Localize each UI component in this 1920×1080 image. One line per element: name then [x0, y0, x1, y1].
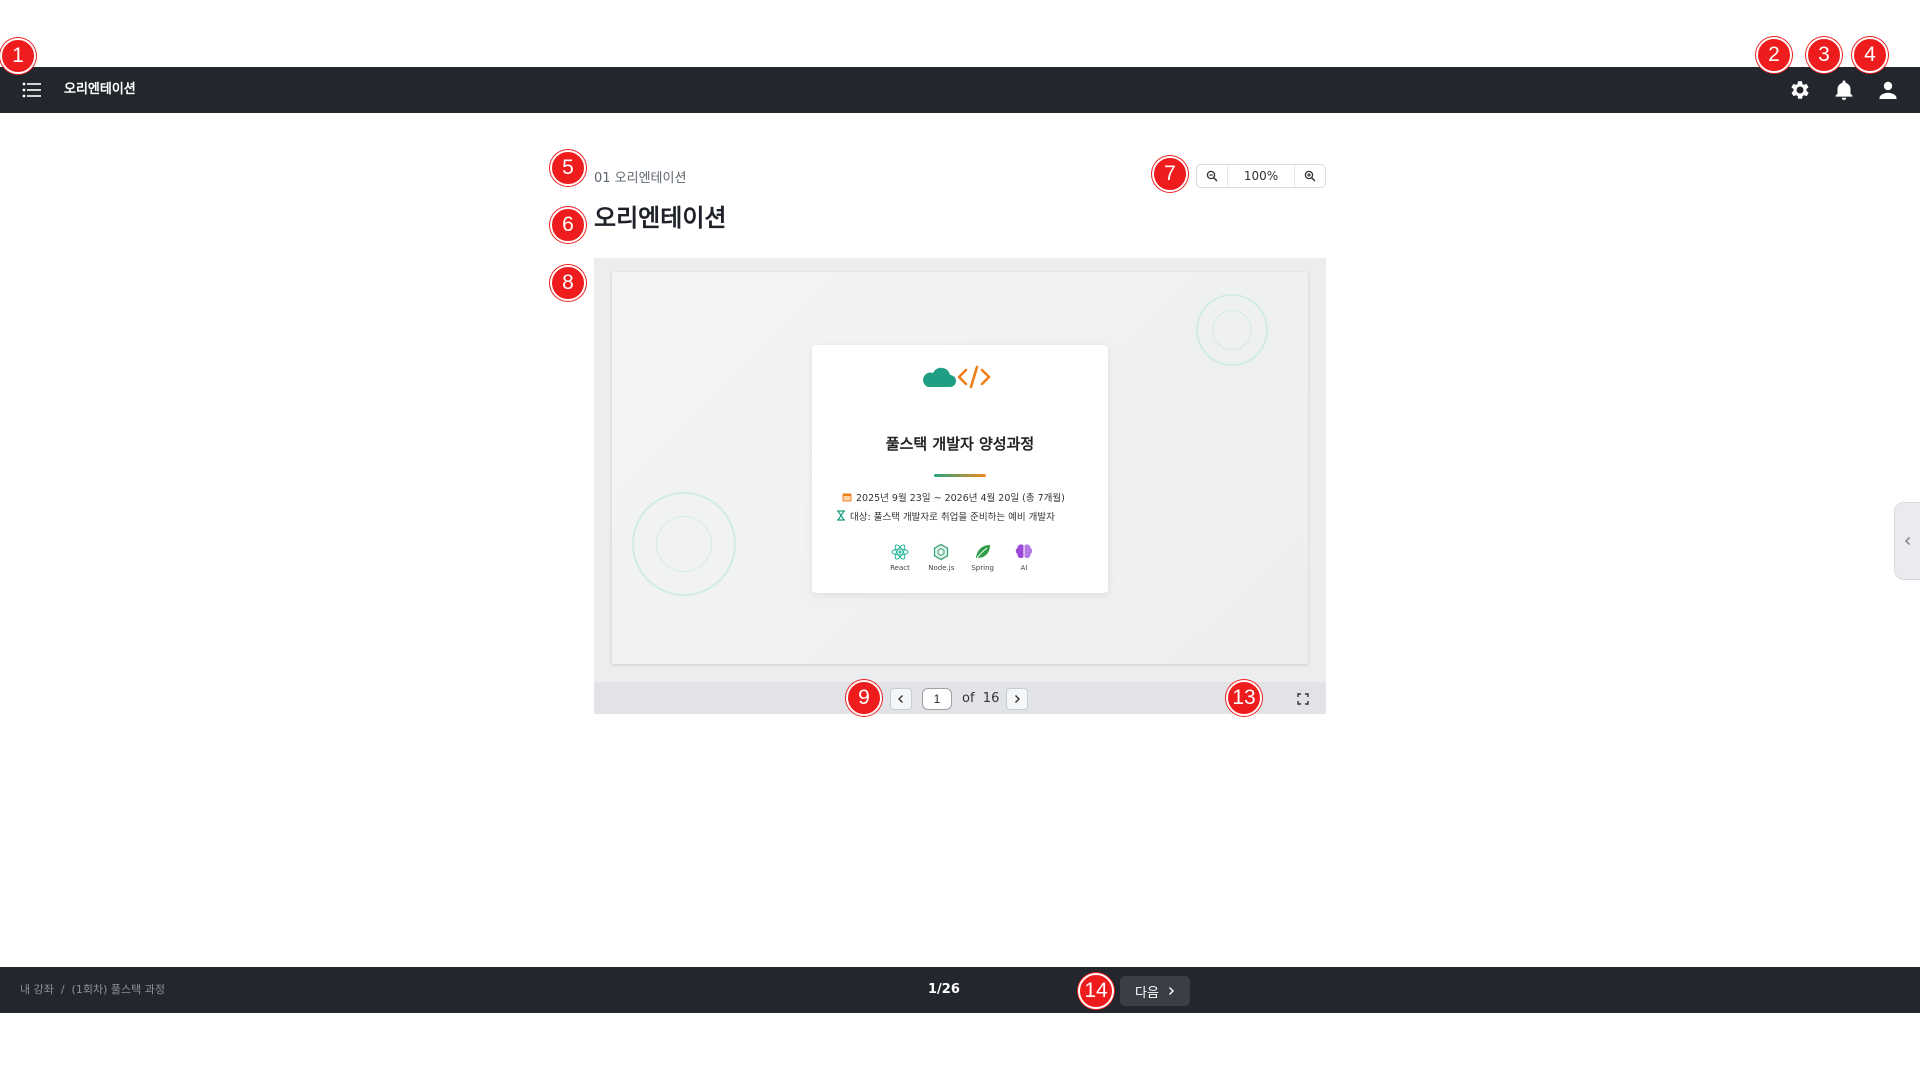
marker-badge: 8 [550, 265, 586, 301]
page-title: 오리엔테이션 [594, 204, 727, 232]
marker-badge: 1 [0, 38, 36, 74]
side-panel-toggle[interactable] [1894, 502, 1920, 580]
tech-label: Node.js [928, 564, 955, 572]
tech-nodejs: Node.js [923, 543, 959, 572]
slide-target-row: 대상: 풀스택 개발자로 취업을 준비하는 예비 개발자 [836, 509, 1055, 523]
marker-badge: 5 [550, 150, 586, 186]
brain-icon [1015, 544, 1033, 559]
decor-circle [1212, 310, 1252, 350]
top-bar: 오리엔테이션 [0, 67, 1920, 113]
chevron-left-icon [898, 695, 903, 703]
user-icon[interactable] [1876, 78, 1900, 102]
tech-spring: Spring [965, 543, 1001, 572]
marker-badge: 14 [1078, 973, 1114, 1009]
chevron-right-icon [1168, 987, 1174, 995]
tech-stack: React Node.js Spring AI [882, 543, 1042, 572]
zoom-out-icon [1206, 170, 1218, 182]
marker-badge: 2 [1756, 37, 1792, 73]
page-of-label: of [962, 691, 975, 706]
slide-target: 대상: 풀스택 개발자로 취업을 준비하는 예비 개발자 [850, 512, 1055, 523]
marker-badge: 7 [1152, 156, 1188, 192]
marker-badge: 3 [1806, 37, 1842, 73]
fullscreen-button[interactable] [1292, 688, 1314, 710]
divider-line [934, 474, 986, 477]
tech-label: Spring [971, 564, 994, 572]
slide-period-row: 2025년 9월 23일 ~ 2026년 4월 20일 (총 7개월) [842, 490, 1065, 504]
next-button-label: 다음 [1135, 985, 1159, 1001]
zoom-in-button[interactable] [1295, 165, 1325, 187]
viewer-toolbar: of 16 [594, 682, 1326, 714]
page-total-label: of 16 [962, 688, 999, 710]
slide-page: 풀스택 개발자 양성과정 2025년 9월 23일 ~ 2026년 4월 20일… [612, 272, 1308, 664]
zoom-level: 100% [1227, 165, 1295, 187]
slide-period: 2025년 9월 23일 ~ 2026년 4월 20일 (총 7개월) [856, 493, 1065, 504]
calendar-icon [842, 493, 852, 502]
slide-title: 풀스택 개발자 양성과정 [885, 435, 1035, 453]
chevron-right-icon [1015, 695, 1020, 703]
page-number-input[interactable] [922, 688, 952, 710]
bottom-bar: 내 강좌 / (1회차) 풀스택 과정 1/26 다음 [0, 967, 1920, 1013]
next-button[interactable]: 다음 [1120, 976, 1190, 1006]
next-page-button[interactable] [1006, 688, 1028, 710]
nodejs-icon [934, 543, 949, 561]
tech-label: React [890, 564, 910, 572]
bell-icon[interactable] [1832, 78, 1856, 102]
prev-page-button[interactable] [890, 688, 912, 710]
lesson-subtitle: 01 오리엔테이션 [594, 171, 687, 186]
zoom-control: 100% [1196, 164, 1326, 188]
lesson-progress: 1/26 [928, 982, 960, 997]
tech-react: React [882, 543, 918, 572]
breadcrumb: 내 강좌 / (1회차) 풀스택 과정 [20, 983, 165, 996]
zoom-in-icon [1304, 170, 1316, 182]
marker-badge: 6 [550, 207, 586, 243]
marker-badge: 9 [846, 680, 882, 716]
hourglass-icon [837, 510, 845, 521]
chevron-left-icon [1904, 537, 1910, 545]
pdf-viewer: 풀스택 개발자 양성과정 2025년 9월 23일 ~ 2026년 4월 20일… [594, 258, 1326, 714]
gear-icon[interactable] [1788, 78, 1812, 102]
menu-icon[interactable] [21, 79, 43, 101]
slide-card: 풀스택 개발자 양성과정 2025년 9월 23일 ~ 2026년 4월 20일… [812, 345, 1108, 593]
fullscreen-icon [1297, 693, 1309, 705]
react-icon [891, 544, 909, 560]
marker-badge: 13 [1226, 680, 1262, 716]
tech-ai: AI [1006, 543, 1042, 572]
zoom-out-button[interactable] [1197, 165, 1227, 187]
cloud-code-logo-icon [923, 365, 991, 389]
spring-leaf-icon [975, 545, 990, 559]
tech-label: AI [1020, 564, 1028, 572]
app-title: 오리엔테이션 [64, 82, 136, 97]
page-total: 16 [982, 691, 1000, 706]
decor-circle [656, 516, 712, 572]
marker-badge: 4 [1852, 37, 1888, 73]
